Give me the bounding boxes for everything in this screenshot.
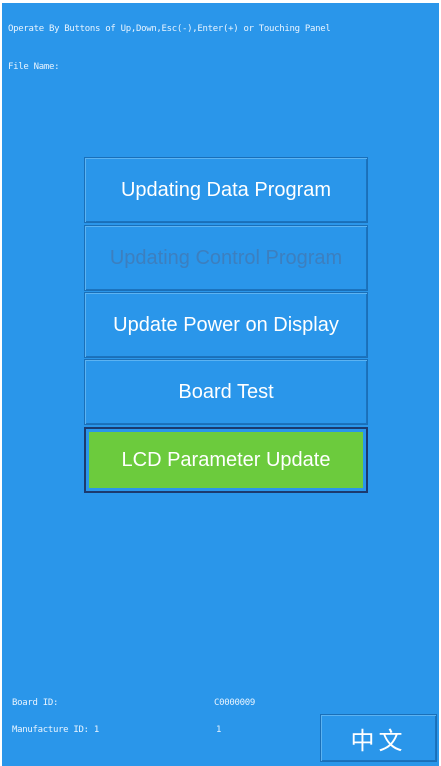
manufacture-id-value: 1: [216, 725, 222, 735]
button-label: Updating Control Program: [109, 246, 343, 269]
button-label: Update Power on Display: [113, 313, 339, 336]
updating-control-program-button[interactable]: Updating Control Program: [84, 225, 368, 291]
board-id-label: Board ID:: [12, 698, 59, 708]
language-toggle-button[interactable]: 中文: [320, 714, 437, 762]
board-test-button[interactable]: Board Test: [84, 359, 368, 425]
instruction-text: Operate By Buttons of Up,Down,Esc(-),Ent…: [8, 24, 331, 34]
lcd-parameter-update-button[interactable]: LCD Parameter Update: [84, 427, 368, 493]
manufacture-id-label: Manufacture ID: 1: [12, 725, 100, 735]
file-name-label: File Name:: [8, 62, 60, 72]
button-label: LCD Parameter Update: [121, 448, 331, 471]
screen: Operate By Buttons of Up,Down,Esc(-),Ent…: [0, 0, 441, 766]
top-border: [0, 0, 441, 3]
updating-data-program-button[interactable]: Updating Data Program: [84, 157, 368, 223]
board-id-value: C0000009: [214, 698, 255, 708]
left-border: [0, 0, 2, 766]
update-power-on-display-button[interactable]: Update Power on Display: [84, 292, 368, 358]
button-label: Updating Data Program: [120, 178, 332, 201]
button-label: Board Test: [178, 380, 274, 403]
